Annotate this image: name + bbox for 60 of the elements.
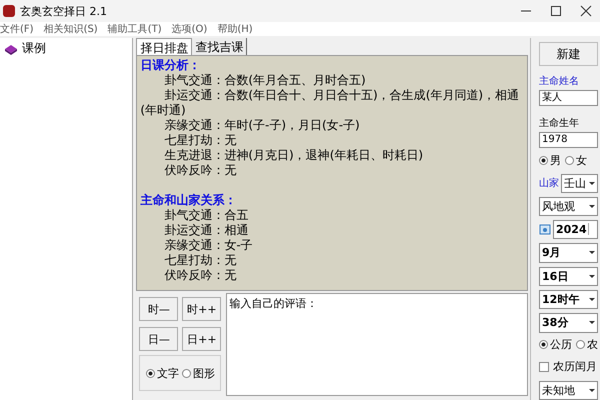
radio-label: 图形 xyxy=(192,366,215,380)
analysis-line: 伏吟反吟：无 xyxy=(163,268,238,283)
radio-label: 农 xyxy=(587,337,598,352)
calendar-icon[interactable] xyxy=(539,222,551,235)
radio-label: 男 xyxy=(550,152,561,168)
analysis-line: 七星打劫：无 xyxy=(163,253,238,268)
field-label: 山家 xyxy=(539,176,559,190)
radio-button[interactable] xyxy=(539,340,548,350)
checkbox[interactable] xyxy=(539,362,549,372)
radio-button[interactable] xyxy=(576,340,585,350)
analysis-line: 生克进退：进神(月克日)，退神(年耗日、时耗日) xyxy=(163,148,424,163)
date-dropdown[interactable]: 16日 xyxy=(539,266,598,286)
close-icon[interactable] xyxy=(580,5,592,17)
analysis-line: 卦运交通：相通 xyxy=(163,223,250,238)
app-icon xyxy=(2,4,16,18)
section-heading: 日课分析： xyxy=(140,58,202,73)
year-spinner[interactable]: 2024 xyxy=(553,220,598,240)
maximize-icon[interactable] xyxy=(550,5,562,17)
window-title: 玄奥玄空择日 2.1 xyxy=(20,4,107,18)
tree-item[interactable]: 课例 xyxy=(22,40,46,57)
analysis-line: 七星打劫：无 xyxy=(163,133,238,148)
tab[interactable]: 查找吉课 xyxy=(192,38,248,55)
step-button[interactable]: 时++ xyxy=(182,297,222,321)
analysis-line: 卦气交通：合五 xyxy=(163,208,250,223)
radio-button[interactable] xyxy=(539,156,548,164)
radio-button[interactable] xyxy=(182,368,191,378)
field-label: 主命姓名 xyxy=(539,74,580,88)
book-icon xyxy=(4,42,18,54)
place-dropdown[interactable]: 未知地 xyxy=(539,380,598,400)
analysis-line: 伏吟反吟：无 xyxy=(163,163,238,178)
field-label: 主命生年 xyxy=(539,116,580,130)
menu-item[interactable]: 文件(F) xyxy=(0,22,34,36)
comment-field[interactable]: 输入自己的评语： xyxy=(226,293,528,396)
view-dropdown[interactable]: 风地观 xyxy=(539,197,598,216)
checkbox-label: 农历闰月 xyxy=(553,359,597,374)
analysis-line: 亲缘交通：女-子 xyxy=(163,238,254,253)
analysis-line: 卦气交通：合数(年月合五、月时合五) xyxy=(163,73,367,88)
date-dropdown[interactable]: 12时午 xyxy=(539,290,598,310)
section-heading: 主命和山家关系： xyxy=(140,193,238,208)
analysis-line: 亲缘交通：年时(子-子)，月日(女-子) xyxy=(163,118,361,133)
mountain-dropdown[interactable]: 壬山 xyxy=(561,174,598,193)
date-dropdown[interactable]: 38分 xyxy=(539,313,598,333)
menu-item[interactable]: 辅助工具(T) xyxy=(108,22,162,36)
year-field[interactable]: 1978 xyxy=(539,132,598,148)
radio-label: 公历 xyxy=(550,337,572,352)
menu-item[interactable]: 相关知识(S) xyxy=(44,22,98,36)
step-button[interactable]: 日— xyxy=(139,327,178,351)
radio-label: 女 xyxy=(576,152,587,168)
analysis-line: 卦运交通：合数(年日合十、月日合十五)，合生成(年月同道)，相通(年时通) xyxy=(140,88,520,118)
tab[interactable]: 择日排盘 xyxy=(136,38,192,55)
name-field[interactable]: 某人 xyxy=(539,90,598,106)
menu-item[interactable]: 选项(O) xyxy=(172,22,208,36)
radio-label: 文字 xyxy=(156,366,179,380)
menu-item[interactable]: 帮助(H) xyxy=(217,22,253,36)
new-button[interactable]: 新建 xyxy=(539,42,598,66)
radio-button[interactable] xyxy=(565,156,574,164)
step-button[interactable]: 日++ xyxy=(182,327,222,351)
date-dropdown[interactable]: 9月 xyxy=(539,243,598,263)
radio-button[interactable] xyxy=(146,368,155,378)
step-button[interactable]: 时— xyxy=(139,297,178,321)
